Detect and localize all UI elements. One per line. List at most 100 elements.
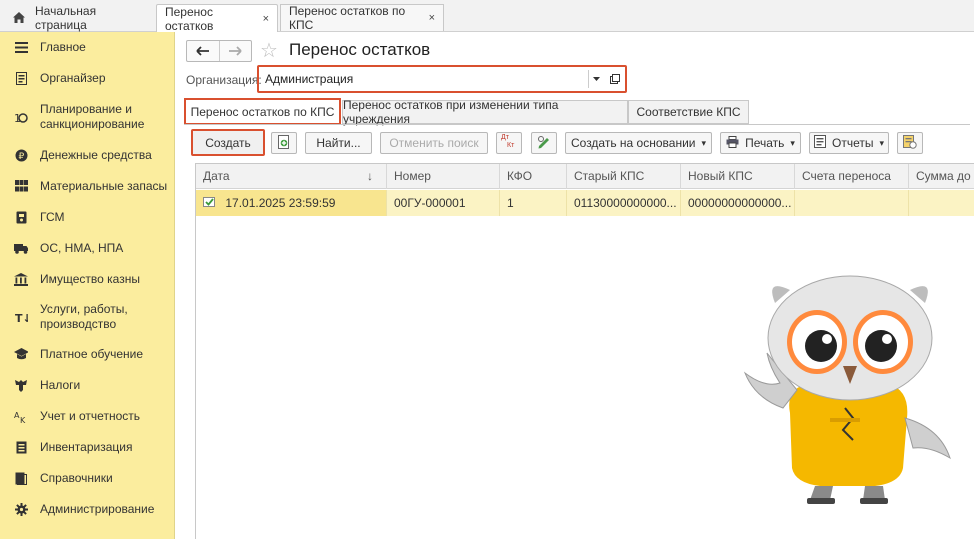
find-button[interactable]: Найти... xyxy=(305,132,372,154)
cancel-search-button[interactable]: Отменить поиск xyxy=(380,132,488,154)
sidebar-item-label: Главное xyxy=(40,39,86,54)
sidebar-item-organizer[interactable]: Органайзер xyxy=(0,69,175,87)
column-old-kps[interactable]: Старый КПС xyxy=(567,164,681,189)
fuel-icon xyxy=(14,210,28,224)
open-icon[interactable] xyxy=(607,70,623,88)
reports-button[interactable]: Отчеты ▾ xyxy=(809,132,889,154)
column-transfer-accounts[interactable]: Счета переноса xyxy=(795,164,909,189)
money-icon: ₽ xyxy=(14,148,28,162)
column-amount[interactable]: Сумма до xyxy=(909,164,974,189)
sidebar-item-label: Денежные средства xyxy=(40,147,152,162)
organizer-icon xyxy=(14,71,28,85)
sidebar-item-label: Платное обучение xyxy=(40,346,144,361)
column-date[interactable]: Дата ↓ xyxy=(196,164,387,189)
column-number[interactable]: Номер xyxy=(387,164,500,189)
navigation-buttons xyxy=(186,40,252,62)
tab-balance-transfer-kps[interactable]: Перенос остатков по КПС × xyxy=(280,4,444,32)
subtabs: Перенос остатков по КПС Перенос остатков… xyxy=(184,98,970,126)
graduation-icon xyxy=(14,347,28,361)
create-based-on-button[interactable]: Создать на основании ▾ xyxy=(565,132,712,154)
sidebar-item-accounting[interactable]: AK Учет и отчетность xyxy=(0,407,175,425)
copy-doc-button[interactable] xyxy=(271,132,297,154)
tab-kps-mapping[interactable]: Соответствие КПС xyxy=(628,100,749,124)
menu-icon xyxy=(14,40,28,54)
organization-input[interactable]: Администрация xyxy=(262,70,588,88)
dt-kt-icon: Дт Кт xyxy=(501,134,515,149)
planning-icon: 1 xyxy=(14,110,28,124)
subtabs-divider xyxy=(184,124,970,125)
print-label: Печать xyxy=(745,136,785,150)
sidebar-item-label: ГСМ xyxy=(40,209,65,224)
dt-kt-button[interactable]: Дт Кт xyxy=(496,132,522,154)
chevron-down-icon: ▾ xyxy=(790,137,795,148)
posted-document-icon xyxy=(203,191,216,216)
reports-label: Отчеты xyxy=(831,136,874,150)
sidebar-item-main[interactable]: Главное xyxy=(0,38,175,56)
forward-button[interactable] xyxy=(218,41,251,61)
sidebar-item-label: Планирование и санкционирование xyxy=(40,102,145,131)
home-icon xyxy=(12,11,27,25)
sidebar-item-inventory[interactable]: Инвентаризация xyxy=(0,438,175,456)
create-based-on-label: Создать на основании xyxy=(570,136,696,150)
sidebar-item-fixed-assets[interactable]: ОС, НМА, НПА xyxy=(0,239,175,257)
journal-button[interactable] xyxy=(897,132,923,154)
sort-arrow-icon: ↓ xyxy=(367,169,373,183)
sidebar-item-label: Налоги xyxy=(40,377,81,392)
printer-icon xyxy=(726,135,739,151)
find-button-label: Найти... xyxy=(316,136,361,150)
sidebar-item-label: Инвентаризация xyxy=(40,439,133,454)
sidebar-item-label: Материальные запасы xyxy=(40,178,168,193)
edit-link-button[interactable] xyxy=(531,132,557,154)
table-header: Дата ↓ Номер КФО Старый КПС Новый КПС Сч… xyxy=(196,164,974,189)
cell-transfer-accounts xyxy=(795,190,909,216)
eagle-icon xyxy=(14,378,28,392)
page-title: Перенос остатков xyxy=(289,40,431,59)
close-icon[interactable]: × xyxy=(429,12,435,24)
cell-amount xyxy=(909,190,974,216)
organization-field[interactable]: Администрация xyxy=(257,65,627,93)
tab-transfer-by-kps[interactable]: Перенос остатков по КПС xyxy=(184,98,341,125)
owl-mascot-image xyxy=(735,268,965,508)
print-button[interactable]: Печать ▾ xyxy=(720,132,801,154)
sidebar-item-reference[interactable]: Справочники xyxy=(0,469,175,487)
tab-balance-transfer-label: Перенос остатков xyxy=(165,4,214,33)
svg-text:T↓: T↓ xyxy=(15,312,28,324)
chevron-down-icon[interactable] xyxy=(588,70,604,88)
sidebar-item-services[interactable]: T↓ Услуги, работы, производство xyxy=(0,301,175,333)
add-document-icon xyxy=(278,134,290,152)
top-tab-bar: Начальная страница Перенос остатков × Пе… xyxy=(0,0,974,33)
sidebar-item-label: ОС, НМА, НПА xyxy=(40,240,124,255)
grid-icon xyxy=(14,179,28,193)
sidebar-item-taxes[interactable]: Налоги xyxy=(0,376,175,394)
favorite-star-icon[interactable]: ☆ xyxy=(260,38,278,63)
gear-icon xyxy=(14,502,28,516)
sidebar-item-money[interactable]: ₽ Денежные средства xyxy=(0,146,175,164)
svg-text:K: K xyxy=(20,416,26,423)
sidebar-item-fuel[interactable]: ГСМ xyxy=(0,208,175,226)
column-new-kps[interactable]: Новый КПС xyxy=(681,164,795,189)
pencil-icon xyxy=(537,135,551,152)
table-row[interactable]: 17.01.2025 23:59:59 00ГУ-000001 1 011300… xyxy=(196,190,974,216)
column-kfo[interactable]: КФО xyxy=(500,164,567,189)
accounting-icon: AK xyxy=(14,409,28,423)
sidebar-item-materials[interactable]: Материальные запасы xyxy=(0,177,175,195)
back-button[interactable] xyxy=(187,41,219,61)
close-icon[interactable]: × xyxy=(263,13,269,25)
sidebar-item-treasury[interactable]: Имущество казны xyxy=(0,270,175,288)
create-button-label: Создать xyxy=(205,135,251,150)
svg-text:1: 1 xyxy=(14,112,21,124)
tab-transfer-type-change[interactable]: Перенос остатков при изменении типа учре… xyxy=(342,98,628,126)
document-settings-icon xyxy=(903,134,917,152)
inventory-icon xyxy=(14,440,28,454)
sidebar-item-administration[interactable]: Администрирование xyxy=(0,500,175,518)
tab-balance-transfer-kps-label: Перенос остатков по КПС xyxy=(289,4,406,32)
sidebar-item-planning[interactable]: 1 Планирование и санкционирование xyxy=(0,101,175,133)
cell-old-kps: 01130000000000... xyxy=(567,190,681,216)
tab-balance-transfer[interactable]: Перенос остатков × xyxy=(156,4,278,33)
reference-icon xyxy=(14,471,28,485)
sidebar-item-paid-education[interactable]: Платное обучение xyxy=(0,345,175,363)
create-button[interactable]: Создать xyxy=(191,129,265,156)
treasury-icon xyxy=(14,272,28,286)
tab-home[interactable]: Начальная страница xyxy=(4,4,152,32)
organization-label: Организация: xyxy=(186,73,262,87)
